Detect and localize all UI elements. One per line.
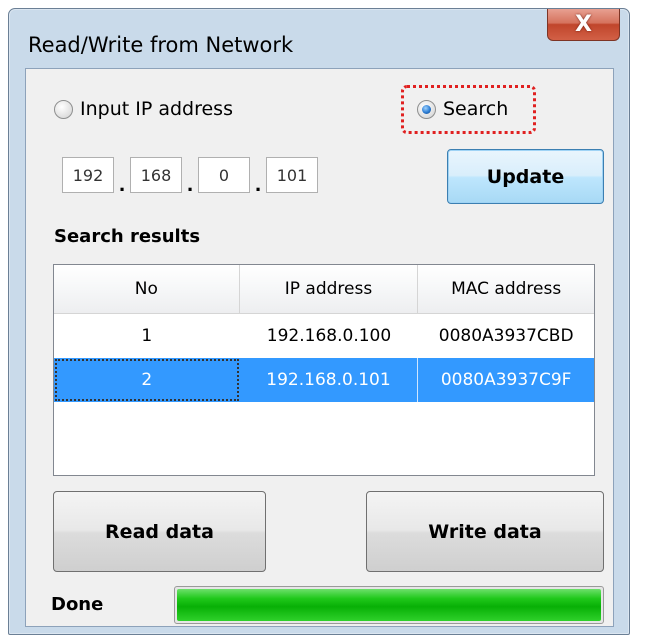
search-results-label: Search results — [54, 226, 201, 247]
radio-input-ip[interactable]: Input IP address — [54, 98, 233, 120]
cell-no: 1 — [141, 326, 153, 346]
ip-separator: . — [118, 171, 126, 196]
ip-separator: . — [254, 171, 262, 196]
cell-no: 2 — [54, 358, 240, 402]
column-header-no[interactable]: No — [54, 265, 240, 313]
window-title: Read/Write from Network — [28, 33, 294, 57]
ip-octet-1[interactable]: 192 — [62, 157, 114, 193]
search-results-table: No IP address MAC address 1 192.168.0.10… — [53, 264, 595, 476]
close-icon: X — [575, 11, 592, 37]
table-header: No IP address MAC address — [54, 265, 594, 314]
ip-separator: . — [186, 171, 194, 196]
ip-octet-2[interactable]: 168 — [130, 157, 182, 193]
ip-octet-4[interactable]: 101 — [266, 157, 318, 193]
write-data-button[interactable]: Write data — [366, 491, 604, 572]
ip-address-field: 192 . 168 . 0 . 101 — [62, 157, 318, 196]
close-button[interactable]: X — [547, 9, 620, 41]
cell-mac: 0080A3937C9F — [418, 358, 594, 402]
radio-search[interactable]: Search — [417, 98, 508, 120]
title-bar[interactable]: Read/Write from Network X — [9, 9, 629, 69]
update-button[interactable]: Update — [447, 149, 604, 204]
cell-ip: 192.168.0.101 — [239, 358, 419, 402]
column-header-ip[interactable]: IP address — [240, 265, 419, 313]
dialog-window: Read/Write from Network X Input IP addre… — [8, 8, 630, 635]
progress-fill — [177, 589, 601, 621]
status-text: Done — [51, 594, 104, 615]
cell-mac: 0080A3937CBD — [438, 326, 574, 346]
cell-ip: 192.168.0.100 — [266, 326, 392, 346]
read-data-button[interactable]: Read data — [53, 491, 266, 572]
table-row-selected[interactable]: 2 192.168.0.101 0080A3937C9F — [54, 358, 594, 402]
radio-selected-icon — [417, 99, 436, 119]
radio-search-label: Search — [443, 98, 509, 120]
radio-icon — [54, 99, 73, 119]
radio-input-ip-label: Input IP address — [80, 98, 233, 120]
column-header-mac[interactable]: MAC address — [418, 265, 594, 313]
progress-bar — [174, 586, 604, 624]
dialog-body: Input IP address Search 192 . 168 . 0 . … — [25, 68, 614, 627]
table-row[interactable]: 1 192.168.0.100 0080A3937CBD — [54, 314, 594, 358]
ip-octet-3[interactable]: 0 — [198, 157, 250, 193]
